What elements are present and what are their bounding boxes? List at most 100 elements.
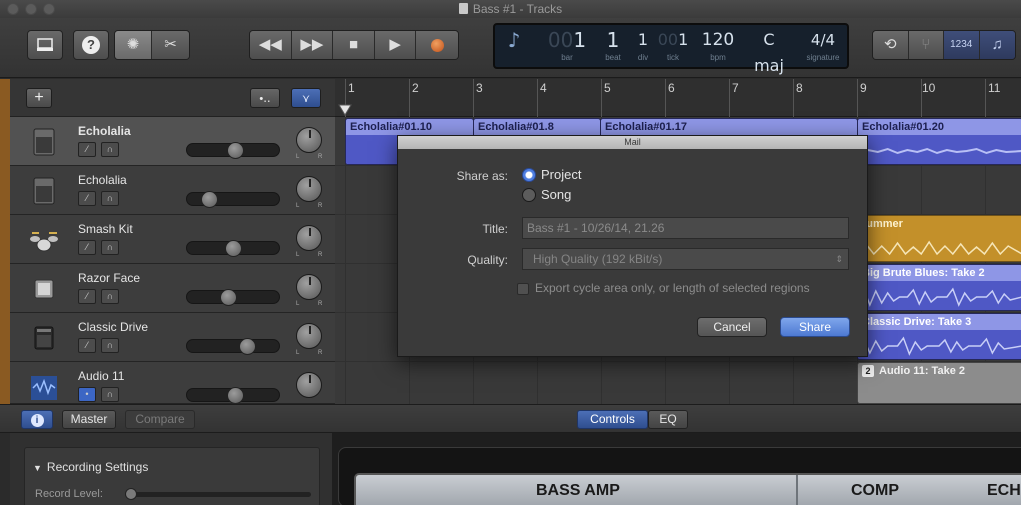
- record-button[interactable]: [416, 31, 458, 59]
- audio-region[interactable]: Classic Drive: Take 3: [857, 313, 1021, 360]
- song-radio-label[interactable]: Song: [541, 187, 571, 202]
- editors-button[interactable]: ✂: [152, 31, 189, 59]
- audio-region[interactable]: Echolalia#01.20: [857, 118, 1021, 165]
- headphones-button[interactable]: ∩: [101, 191, 119, 206]
- rewind-button[interactable]: ◀◀: [250, 31, 292, 59]
- play-button[interactable]: ▶: [374, 31, 417, 59]
- fast-forward-button[interactable]: ▶▶: [291, 31, 334, 59]
- project-radio[interactable]: [522, 168, 536, 182]
- share-button[interactable]: Share: [780, 317, 850, 337]
- headphones-button[interactable]: ∩: [101, 142, 119, 157]
- recording-settings-header[interactable]: ▼ Recording Settings: [33, 460, 148, 474]
- volume-slider[interactable]: [186, 387, 280, 403]
- playhead-icon[interactable]: [338, 104, 352, 116]
- song-radio[interactable]: [522, 188, 536, 202]
- title-field[interactable]: Bass #1 - 10/26/14, 21.26: [522, 217, 849, 239]
- lcd-signature-label: signature: [806, 53, 840, 62]
- pan-knob[interactable]: [296, 372, 322, 398]
- tab-eq[interactable]: EQ: [648, 410, 688, 429]
- volume-slider-knob[interactable]: [227, 387, 244, 403]
- headphones-button[interactable]: ∩: [101, 387, 119, 402]
- export-cycle-checkbox[interactable]: [517, 283, 529, 295]
- headphones-button[interactable]: ∩: [101, 240, 119, 255]
- headphones-button[interactable]: ∩: [101, 338, 119, 353]
- export-cycle-label[interactable]: Export cycle area only, or length of sel…: [535, 281, 810, 295]
- rewind-icon: ◀◀: [258, 36, 282, 53]
- timeline-ruler[interactable]: 1 2 3 4 5 6 7 8 9 10 11: [335, 79, 1021, 117]
- compare-button[interactable]: Compare: [125, 410, 195, 429]
- smart-controls-button[interactable]: ✺: [115, 31, 153, 59]
- quick-help-button[interactable]: ?: [73, 30, 109, 60]
- audio-region[interactable]: 2 Audio 11: Take 2: [857, 362, 1021, 404]
- pan-knob[interactable]: [296, 274, 322, 300]
- lcd-display[interactable]: ♪ 001 bar 1 beat 1 div 001 tick 120 bpm: [493, 23, 849, 88]
- add-track-button[interactable]: +: [26, 88, 52, 108]
- track-name[interactable]: Smash Kit: [78, 222, 133, 236]
- track-name[interactable]: Echolalia: [78, 173, 127, 187]
- track-row[interactable]: Razor Face ⁄ ∩ L R: [10, 264, 335, 313]
- record-level-slider[interactable]: [125, 488, 311, 500]
- catch-playhead-button[interactable]: ⋎: [291, 88, 321, 108]
- waveform-icon: [31, 376, 57, 400]
- tab-controls[interactable]: Controls: [577, 410, 648, 429]
- pan-knob[interactable]: [296, 176, 322, 202]
- pan-left-label: L: [296, 252, 300, 258]
- bar-number: 1: [348, 81, 355, 95]
- stop-button[interactable]: ■: [333, 31, 375, 59]
- track-row[interactable]: Audio 11 • ∩: [10, 362, 335, 404]
- knob-icon: ✺: [126, 36, 140, 53]
- pan-knob[interactable]: [296, 225, 322, 251]
- mute-button[interactable]: ⁄: [78, 191, 96, 206]
- mute-button[interactable]: ⁄: [78, 142, 96, 157]
- cancel-button[interactable]: Cancel: [697, 317, 767, 337]
- tuner-button[interactable]: ⑂: [908, 31, 944, 59]
- track-row[interactable]: Echolalia ⁄ ∩ L R: [10, 117, 335, 166]
- volume-slider[interactable]: [186, 142, 280, 159]
- track-name[interactable]: Razor Face: [78, 271, 140, 285]
- pan-left-label: L: [296, 350, 300, 356]
- volume-slider-knob[interactable]: [201, 191, 218, 208]
- headphones-icon: ∩: [106, 193, 114, 203]
- track-name[interactable]: Audio 11: [78, 369, 124, 383]
- waveform-icon: [858, 336, 1021, 356]
- headphones-button[interactable]: ∩: [101, 289, 119, 304]
- headphones-icon: ∩: [106, 291, 114, 301]
- project-radio-label[interactable]: Project: [541, 167, 581, 182]
- cycle-button[interactable]: ⟲: [873, 31, 909, 59]
- quality-select[interactable]: High Quality (192 kBit/s) ⇕: [522, 248, 849, 270]
- volume-slider[interactable]: [186, 338, 280, 355]
- waveform-icon: [858, 147, 1021, 155]
- volume-slider-knob[interactable]: [239, 338, 256, 355]
- volume-slider[interactable]: [186, 191, 280, 208]
- mute-button[interactable]: ⁄: [78, 338, 96, 353]
- volume-slider-knob[interactable]: [225, 240, 242, 257]
- track-name[interactable]: Classic Drive: [78, 320, 148, 334]
- track-row[interactable]: Smash Kit ⁄ ∩ L R: [10, 215, 335, 264]
- bar-number: 7: [732, 81, 739, 95]
- volume-slider-knob[interactable]: [220, 289, 237, 306]
- automation-button[interactable]: •‥: [250, 88, 280, 108]
- pan-knob[interactable]: [296, 127, 322, 153]
- audio-region[interactable]: Big Brute Blues: Take 2: [857, 264, 1021, 311]
- library-button[interactable]: [27, 30, 63, 60]
- volume-slider-knob[interactable]: [227, 142, 244, 159]
- mute-button[interactable]: ⁄: [78, 289, 96, 304]
- volume-slider[interactable]: [186, 289, 280, 306]
- info-button[interactable]: i: [21, 410, 53, 429]
- track-row[interactable]: Classic Drive ⁄ ∩ L R: [10, 313, 335, 362]
- lcd-signature: 4/4 signature: [801, 27, 845, 63]
- title-bar: Bass #1 - Tracks: [0, 0, 1021, 18]
- volume-slider[interactable]: [186, 240, 280, 257]
- record-enable-button[interactable]: •: [78, 387, 96, 402]
- metronome-button[interactable]: ♫: [979, 31, 1015, 59]
- master-button[interactable]: Master: [62, 410, 116, 429]
- record-level-knob[interactable]: [125, 488, 137, 500]
- track-row[interactable]: Echolalia ⁄ ∩ L R: [10, 166, 335, 215]
- lcd-beat-value: 1: [606, 28, 620, 52]
- pan-knob[interactable]: [296, 323, 322, 349]
- track-name[interactable]: Echolalia: [78, 124, 131, 138]
- count-in-button[interactable]: 1234: [944, 31, 980, 59]
- mute-button[interactable]: ⁄: [78, 240, 96, 255]
- drummer-region[interactable]: rummer: [857, 215, 1021, 262]
- bass-amp-label: BASS AMP: [536, 482, 620, 499]
